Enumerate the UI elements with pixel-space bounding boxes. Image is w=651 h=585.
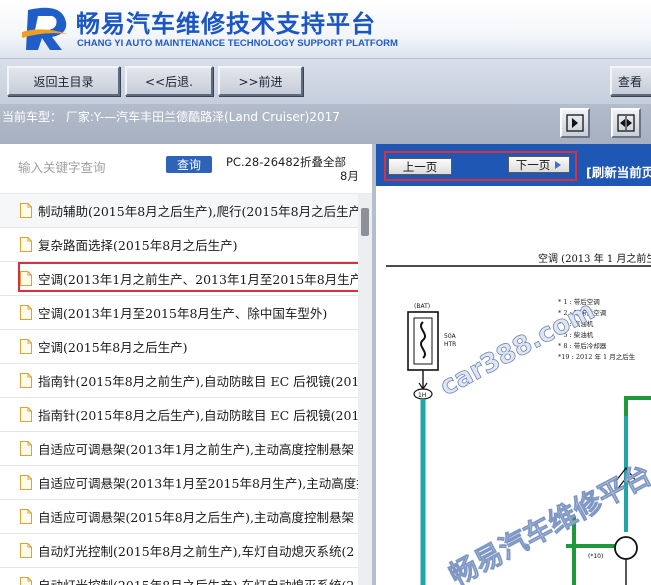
refresh-page-link[interactable]: [刷新当前页 [586, 162, 651, 181]
document-icon [20, 339, 32, 354]
list-item[interactable]: 空调(2015年8月之后生产) [0, 330, 358, 364]
document-icon [20, 543, 32, 558]
list-item[interactable]: 自适应可调悬架(2013年1月之前生产),主动高度控制悬架 [0, 432, 358, 466]
document-icon [20, 441, 32, 456]
expand-panel-button[interactable] [611, 108, 641, 138]
list-item[interactable]: 自动灯光控制(2015年8月之后生产),车灯自动熄灭系统(2 [0, 568, 358, 585]
prev-page-button[interactable]: 上一页 [388, 158, 452, 175]
collapse-panel-button[interactable] [560, 108, 590, 138]
arrow-right-icon [566, 114, 584, 132]
next-page-label: 下一页 [515, 157, 551, 172]
document-icon [20, 271, 32, 286]
pc-date: 8月 [340, 169, 359, 183]
watermark-brand: 畅易汽车维修平台 [444, 458, 651, 585]
list-item-label: 空调(2015年8月之后生产) [38, 340, 188, 355]
diagram-title: 空调 (2013 年 1 月之前生 [538, 252, 651, 265]
list-item-label: 复杂路面选择(2015年8月之后生产) [38, 238, 238, 253]
nav-bar: 返回主目录 <<后退. >>前进 查看 [0, 58, 651, 104]
fuse-name: HTR [444, 341, 456, 348]
list-item-label: 空调(2013年1月至2015年8月生产、除中国车型外) [38, 306, 328, 321]
page-navigator: 上一页 下一页 [刷新当前页 [376, 144, 651, 186]
list-item-label: 自适应可调悬架(2013年1月至2015年8月生产),主动高度控制 [38, 476, 358, 491]
list-scrollbar[interactable] [358, 194, 372, 585]
document-icon [20, 203, 32, 218]
wiring-diagram: 空调 (2013 年 1 月之前生 (BAT) 50A HTR 1H * 1 :… [376, 186, 651, 585]
model-bar: 当前车型： 厂家:Y-—汽车丰田兰德酷路泽(Land Cruiser)2017 [0, 104, 651, 144]
search-row: 查询 PC.28-26482折叠全部 8月 [0, 144, 372, 194]
document-icon [20, 305, 32, 320]
legend-line-6: *19 : 2012 年 1 月之后生 [558, 352, 636, 361]
scrollbar-thumb[interactable] [361, 208, 369, 236]
arrow-right-icon [555, 160, 562, 169]
list-item[interactable]: 自适应可调悬架(2015年8月之后生产),主动高度控制悬架 [0, 500, 358, 534]
list-item-label: 指南针(2015年8月之后生产),自动防眩目 EC 后视镜(2015 [38, 408, 358, 423]
home-button[interactable]: 返回主目录 [7, 66, 120, 96]
forward-button[interactable]: >>前进 [218, 66, 303, 96]
list-item[interactable]: 复杂路面选择(2015年8月之后生产) [0, 228, 358, 262]
list-item-label: 制动辅助(2015年8月之后生产),爬行(2015年8月之后生产 [38, 204, 358, 219]
view-button[interactable]: 查看 [610, 66, 651, 96]
list-item-label: 自适应可调悬架(2015年8月之后生产),主动高度控制悬架 [38, 510, 354, 525]
green-wire-top [624, 396, 651, 416]
document-icon [20, 407, 32, 422]
pc-code: PC.28-26482 [226, 155, 300, 169]
document-list: 制动辅助(2015年8月之后生产),爬行(2015年8月之后生产 复杂路面选择(… [0, 194, 358, 585]
bat-label: (BAT) [414, 303, 430, 310]
app-title: 畅易汽车维修技术支持平台 [76, 10, 376, 38]
document-icon [20, 577, 32, 585]
document-icon [20, 373, 32, 388]
app-header: 畅易汽车维修技术支持平台 CHANG YI AUTO MAINTENANCE T… [0, 0, 651, 58]
list-item-label: 自适应可调悬架(2013年1月之前生产),主动高度控制悬架 [38, 442, 354, 457]
list-item-label: 自动灯光控制(2015年8月之后生产),车灯自动熄灭系统(2 [38, 575, 354, 585]
logo-icon [22, 7, 68, 50]
list-item-selected[interactable]: 空调(2013年1月之前生产、2013年1月至2015年8月生产 [0, 262, 358, 296]
split-arrows-icon [617, 114, 635, 132]
list-item[interactable]: 空调(2013年1月至2015年8月生产、除中国车型外) [0, 296, 358, 330]
connector-circle [614, 536, 638, 560]
legend-line-5: * 8 : 带后冷却器 [558, 341, 607, 350]
list-item[interactable]: 自适应可调悬架(2013年1月至2015年8月生产),主动高度控制 [0, 466, 358, 500]
list-item-label: 指南针(2015年8月之前生产),自动防眩目 EC 后视镜(2015 [38, 374, 358, 389]
connector-node-label: 1H [418, 392, 426, 399]
collapse-all-link[interactable]: 折叠全部 [300, 155, 346, 169]
list-item[interactable]: 指南针(2015年8月之前生产),自动防眩目 EC 后视镜(2015 [0, 364, 358, 398]
document-icon [20, 237, 32, 252]
query-button[interactable]: 查询 [166, 156, 212, 173]
wiring-diagram-canvas: 空调 (2013 年 1 月之前生 (BAT) 50A HTR 1H * 1 :… [386, 252, 651, 585]
fuse-rating: 50A [444, 333, 457, 340]
current-model: 当前车型： 厂家:Y-—汽车丰田兰德酷路泽(Land Cruiser)2017 [2, 110, 340, 124]
back-button[interactable]: <<后退. [125, 66, 213, 96]
pc-number: PC.28-26482折叠全部 [226, 154, 346, 170]
list-item[interactable]: 指南针(2015年8月之后生产),自动防眩目 EC 后视镜(2015 [0, 398, 358, 432]
document-icon [20, 509, 32, 524]
next-page-button[interactable]: 下一页 [508, 156, 570, 173]
wire-label: (*10) [588, 553, 603, 560]
document-icon [20, 475, 32, 490]
list-item[interactable]: 制动辅助(2015年8月之后生产),爬行(2015年8月之后生产 [0, 194, 358, 228]
list-item-label: 自动灯光控制(2015年8月之前生产),车灯自动熄灭系统(2 [38, 544, 355, 559]
app-subtitle: CHANG YI AUTO MAINTENANCE TECHNOLOGY SUP… [77, 38, 398, 49]
search-input[interactable] [18, 156, 158, 178]
list-item-label: 空调(2013年1月之前生产、2013年1月至2015年8月生产 [38, 272, 358, 287]
list-item[interactable]: 自动灯光控制(2015年8月之前生产),车灯自动熄灭系统(2 [0, 534, 358, 568]
